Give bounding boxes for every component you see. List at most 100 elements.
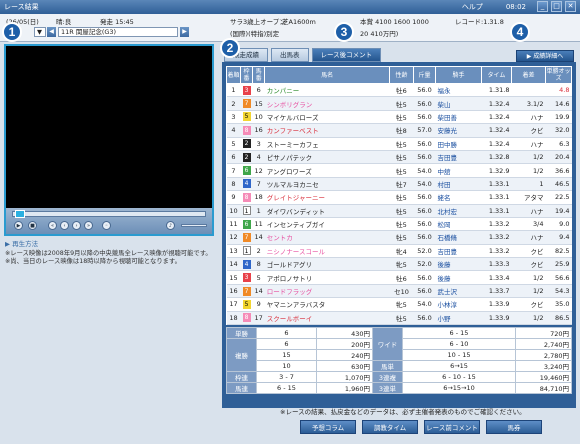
cell-horse-name[interactable]: ピサノパテック	[264, 150, 390, 165]
cell-horse-name[interactable]: ツルマルヨカニセ	[264, 177, 390, 192]
table-row[interactable]: 4 8 16 カンファーベスト 牡8 57.0 安藤光 1.32.4 クビ 32.0	[226, 123, 572, 138]
table-row[interactable]: 11 6 11 インセンティブガイ 牡5 56.0 松岡 1.33.2 3/4 9.0	[226, 217, 572, 232]
cell-sex-age: 牡5	[389, 217, 414, 232]
cell-horse-name[interactable]: ゴールドアグリ	[264, 257, 390, 272]
frame-badge: 4	[242, 179, 251, 189]
betting-ticket-button[interactable]: 馬券	[486, 420, 542, 434]
cell-horse-name[interactable]: セントカ	[264, 230, 390, 245]
step-back-icon[interactable]: ‹	[60, 221, 69, 230]
table-row[interactable]: 18 8 17 スクールボーイ 牡5 56.0 小野 1.33.9 1/2 86.5	[226, 311, 572, 326]
close-button[interactable]: ✕	[565, 1, 576, 12]
table-row[interactable]: 16 7 14 ロードフラッグ セ10 56.0 武士沢 1.33.7 1/2 54.3	[226, 284, 572, 299]
cell-weight: 56.0	[413, 270, 436, 285]
cell-sex-age: 牝5	[389, 257, 414, 272]
cell-horse-name[interactable]: ニシノナースコール	[264, 244, 390, 259]
results-detail-button[interactable]: ▶ 成績詳細へ	[516, 50, 574, 62]
table-row[interactable]: 10 1 1 ダイワバンディット 牡5 56.0 北村宏 1.33.1 ハナ 19.4	[226, 204, 572, 218]
cell-horse-name[interactable]: ストーミーカフェ	[264, 137, 390, 151]
cell-weight: 56.0	[413, 284, 436, 299]
race-number-select[interactable]: ▼	[34, 27, 46, 37]
cell-horse-name[interactable]: グレイトジャーニー	[264, 190, 390, 205]
cell-jockey[interactable]: 石橋脩	[435, 230, 482, 245]
table-row[interactable]: 3 5 10 マイケルバローズ 牡5 56.0 柴田善 1.32.4 ハナ 19.9	[226, 110, 572, 125]
cell-jockey[interactable]: 中舘	[435, 163, 482, 178]
play-icon[interactable]: ▶	[14, 221, 23, 230]
callout-marker-3: 3	[334, 22, 354, 42]
cell-horse-num: 10	[252, 110, 265, 125]
cell-odds: 46.5	[545, 177, 572, 192]
step-forward-icon[interactable]: ›	[72, 221, 81, 230]
frame-badge: 5	[242, 112, 251, 122]
cell-jockey[interactable]: 後藤	[435, 257, 482, 272]
table-row[interactable]: 1 3 6 カンパニー 牡6 56.0 福永 1.31.8 4.8	[226, 83, 572, 98]
volume-icon[interactable]: ♪	[166, 221, 175, 230]
cell-jockey[interactable]: 村田	[435, 177, 482, 192]
cell-odds: 35.0	[545, 297, 572, 312]
cell-time: 1.33.1	[481, 177, 512, 192]
help-link[interactable]: ヘルプ	[462, 2, 483, 12]
cell-jockey[interactable]: 蛯名	[435, 190, 482, 205]
cell-margin: 3/4	[511, 217, 546, 232]
cell-sex-age: 牡5	[389, 190, 414, 205]
race-select[interactable]: 11R 関屋記念(G3)	[58, 27, 178, 37]
race-class: サラ3歳上オープン	[230, 18, 286, 26]
cell-jockey[interactable]: 田中勝	[435, 137, 482, 151]
cell-horse-name[interactable]: ヤマニンアラバスタ	[264, 297, 390, 312]
minimize-button[interactable]: _	[537, 1, 548, 12]
cell-horse-name[interactable]: アポロノサトリ	[264, 270, 390, 285]
cell-horse-name[interactable]: カンファーベスト	[264, 123, 390, 138]
cell-jockey[interactable]: 小野	[435, 311, 482, 326]
table-row[interactable]: 6 2 4 ピサノパテック 牡5 56.0 吉田豊 1.32.8 1/2 20.4	[226, 150, 572, 165]
cell-margin: ハナ	[511, 137, 546, 151]
cell-jockey[interactable]: 北村宏	[435, 204, 482, 218]
cell-horse-name[interactable]: シンボリグラン	[264, 96, 390, 111]
cell-horse-name[interactable]: ダイワバンディット	[264, 204, 390, 218]
cell-horse-name[interactable]: ロードフラッグ	[264, 284, 390, 299]
cell-jockey[interactable]: 武士沢	[435, 284, 482, 299]
rewind-icon[interactable]: «	[48, 221, 57, 230]
next-race-button[interactable]: ▶	[180, 27, 189, 37]
cell-horse-name[interactable]: インセンティブガイ	[264, 217, 390, 232]
cell-jockey[interactable]: 福永	[435, 83, 482, 98]
table-row[interactable]: 2 7 15 シンボリグラン 牡5 56.0 柴山 1.32.4 3.1/2 14.6	[226, 96, 572, 111]
table-row[interactable]: 8 4 7 ツルマルヨカニセ 牡7 54.0 村田 1.33.1 1 46.5	[226, 177, 572, 192]
stop-icon[interactable]: ■	[28, 221, 37, 230]
prev-race-button[interactable]: ◀	[47, 27, 56, 37]
cell-horse-name[interactable]: カンパニー	[264, 83, 390, 98]
table-row[interactable]: 15 3 5 アポロノサトリ 牡6 56.0 後藤 1.33.4 1/2 56.6	[226, 270, 572, 285]
cell-jockey[interactable]: 柴田善	[435, 110, 482, 125]
cell-jockey[interactable]: 柴山	[435, 96, 482, 111]
playback-help-link[interactable]: ▶ 再生方法	[5, 238, 38, 248]
training-time-button[interactable]: 調教タイム	[362, 420, 418, 434]
pre-race-comment-button[interactable]: レース前コメント	[424, 420, 480, 434]
table-row[interactable]: 14 4 8 ゴールドアグリ 牝5 52.0 後藤 1.33.3 クビ 25.9	[226, 257, 572, 272]
table-row[interactable]: 17 5 9 ヤマニンアラバスタ 牝5 54.0 小林淳 1.33.9 クビ 35.0	[226, 297, 572, 312]
table-row[interactable]: 7 6 12 アングロワーズ 牡5 54.0 中舘 1.32.9 1/2 36.6	[226, 163, 572, 178]
cell-weight: 56.0	[413, 230, 436, 245]
cell-jockey[interactable]: 後藤	[435, 270, 482, 285]
seek-bar[interactable]	[12, 210, 206, 218]
table-row[interactable]: 5 2 3 ストーミーカフェ 牡5 56.0 田中勝 1.32.4 ハナ 6.3	[226, 137, 572, 151]
cell-horse-name[interactable]: マイケルバローズ	[264, 110, 390, 125]
seek-thumb[interactable]	[15, 210, 25, 218]
cell-horse-name[interactable]: スクールボーイ	[264, 311, 390, 326]
maximize-button[interactable]: □	[551, 1, 562, 12]
fast-forward-icon[interactable]: »	[84, 221, 93, 230]
cell-jockey[interactable]: 松岡	[435, 217, 482, 232]
table-row[interactable]: 13 1 2 ニシノナースコール 牝4 52.0 吉田豊 1.33.2 クビ 82.5	[226, 244, 572, 259]
cell-finish: 11	[226, 217, 241, 232]
payout-wide-combo: 6 - 15	[402, 327, 516, 340]
cell-jockey[interactable]: 小林淳	[435, 297, 482, 312]
table-row[interactable]: 9 8 18 グレイトジャーニー 牡5 56.0 蛯名 1.33.1 アタマ 22.5	[226, 190, 572, 205]
cell-odds: 9.0	[545, 217, 572, 232]
volume-slider[interactable]	[181, 224, 207, 227]
table-row[interactable]: 12 7 14 セントカ 牡5 56.0 石橋脩 1.33.2 ハナ 9.4	[226, 230, 572, 245]
cell-horse-name[interactable]: アングロワーズ	[264, 163, 390, 178]
prediction-column-button[interactable]: 予想コラム	[300, 420, 356, 434]
tab-entries[interactable]: 出馬表	[271, 48, 309, 62]
cell-jockey[interactable]: 安藤光	[435, 123, 482, 138]
cell-jockey[interactable]: 吉田豊	[435, 150, 482, 165]
cell-jockey[interactable]: 吉田豊	[435, 244, 482, 259]
tab-post-race-comments[interactable]: レース後コメント	[311, 48, 382, 62]
slow-icon[interactable]: ◦	[102, 221, 111, 230]
